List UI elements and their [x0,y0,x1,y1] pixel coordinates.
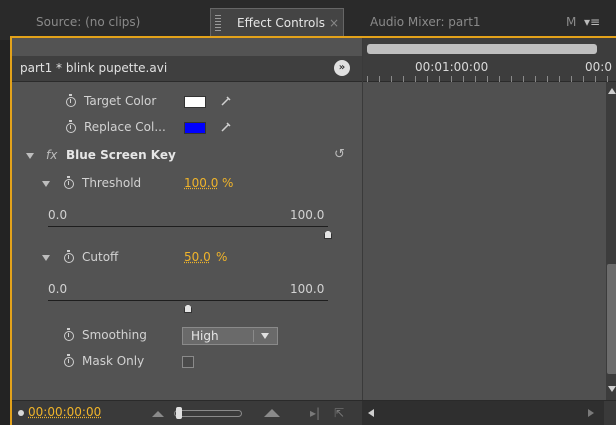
panel-tab-bar: Source: (no clips) Effect Controls × Aud… [0,0,616,40]
tab-grip-icon[interactable] [215,15,221,31]
stopwatch-icon[interactable] [64,179,74,189]
slider-knob[interactable] [324,230,332,239]
cutoff-label: Cutoff [82,250,118,264]
threshold-value[interactable]: 100.0 [184,176,218,190]
horizontal-scrollbar[interactable] [362,401,604,425]
slider-min-label: 0.0 [48,208,67,222]
replace-color-row: Replace Col... [12,116,362,140]
scroll-right-icon[interactable] [588,409,594,417]
zoom-slider[interactable] [174,410,242,417]
vertical-scrollbar[interactable] [606,82,616,400]
threshold-label: Threshold [82,176,141,190]
cutoff-row: Cutoff 50.0 % [12,246,362,270]
scroll-thumb[interactable] [607,264,616,374]
slider-max-label: 100.0 [290,208,324,222]
work-area-bar[interactable] [367,44,597,54]
expand-triangle-icon[interactable] [42,181,50,187]
tab-source[interactable]: Source: (no clips) [14,8,202,36]
zoom-slider-thumb[interactable] [176,407,182,419]
timecode-center: 00:01:00:00 [415,60,488,74]
tab-source-label: Source: (no clips) [36,15,140,29]
scroll-left-icon[interactable] [368,409,374,417]
slider-track[interactable] [48,300,328,301]
eyedropper-icon[interactable] [220,121,232,133]
zoom-in-icon[interactable] [264,409,280,417]
mask-only-checkbox[interactable] [182,356,194,368]
close-icon[interactable]: × [329,9,339,37]
stopwatch-icon[interactable] [66,123,76,133]
smoothing-label: Smoothing [82,328,147,342]
time-ruler[interactable]: 00:01:00:00 00:0 [363,38,616,82]
effect-controls-panel: part1 * blink pupette.avi » 00:01:00:00 … [10,36,616,425]
slider-track[interactable] [48,226,328,227]
stopwatch-icon[interactable] [64,253,74,263]
chevron-down-icon[interactable] [253,330,275,342]
tab-more-label: M [566,15,576,29]
cutoff-unit: % [216,250,227,264]
smoothing-row: Smoothing High [12,324,362,348]
effect-row-blue-screen-key[interactable]: fx Blue Screen Key ↺ [12,144,362,168]
target-color-swatch[interactable] [184,96,206,108]
tab-effect-controls[interactable]: Effect Controls × [210,8,344,36]
panel-footer: 00:00:00:00 ▸| ⇱ [12,400,616,425]
show-timeline-button[interactable]: » [334,60,350,76]
record-dot-icon [18,410,24,416]
scroll-up-icon[interactable] [608,88,616,94]
slider-max-label: 100.0 [290,282,324,296]
mask-only-label: Mask Only [82,354,144,368]
fx-badge[interactable]: fx [46,148,57,162]
mask-only-row: Mask Only [12,350,362,374]
smoothing-selected: High [191,329,219,343]
clip-header: part1 * blink pupette.avi » [12,56,362,82]
cutoff-value[interactable]: 50.0 [184,250,211,264]
slider-knob[interactable] [184,304,192,313]
target-color-label: Target Color [84,94,156,108]
replace-color-label: Replace Col... [84,120,166,134]
reset-icon[interactable]: ↺ [334,147,345,162]
threshold-unit: % [222,176,233,190]
target-color-row: Target Color [12,90,362,114]
go-to-keyframe-icon[interactable]: ▸| [310,407,324,419]
tab-effect-controls-label: Effect Controls [237,16,325,30]
threshold-slider: 0.0 100.0 [12,202,362,242]
export-icon[interactable]: ⇱ [334,407,348,419]
slider-min-label: 0.0 [48,282,67,296]
timecode-right: 00:0 [585,60,612,74]
stopwatch-icon[interactable] [64,357,74,367]
ruler-ticks [367,76,615,82]
tab-audio-mixer[interactable]: Audio Mixer: part1 [350,8,550,36]
tab-audio-mixer-label: Audio Mixer: part1 [370,15,481,29]
stopwatch-icon[interactable] [66,97,76,107]
eyedropper-icon[interactable] [220,95,232,107]
tab-more[interactable]: M ▾≡ [556,8,614,36]
stopwatch-icon[interactable] [64,331,74,341]
expand-triangle-icon[interactable] [42,255,50,261]
expand-triangle-icon[interactable] [26,153,34,159]
current-timecode[interactable]: 00:00:00:00 [28,405,101,419]
scroll-down-icon[interactable] [608,386,616,392]
threshold-row: Threshold 100.0 % [12,172,362,196]
smoothing-dropdown[interactable]: High [182,327,278,345]
replace-color-swatch[interactable] [184,122,206,134]
panel-menu-icon[interactable]: ▾≡ [584,8,600,36]
effect-name: Blue Screen Key [66,148,176,162]
zoom-out-icon[interactable] [152,411,164,417]
timeline-area[interactable]: 00:01:00:00 00:0 [362,38,616,425]
clip-title: part1 * blink pupette.avi [20,61,167,75]
cutoff-slider: 0.0 100.0 [12,276,362,316]
